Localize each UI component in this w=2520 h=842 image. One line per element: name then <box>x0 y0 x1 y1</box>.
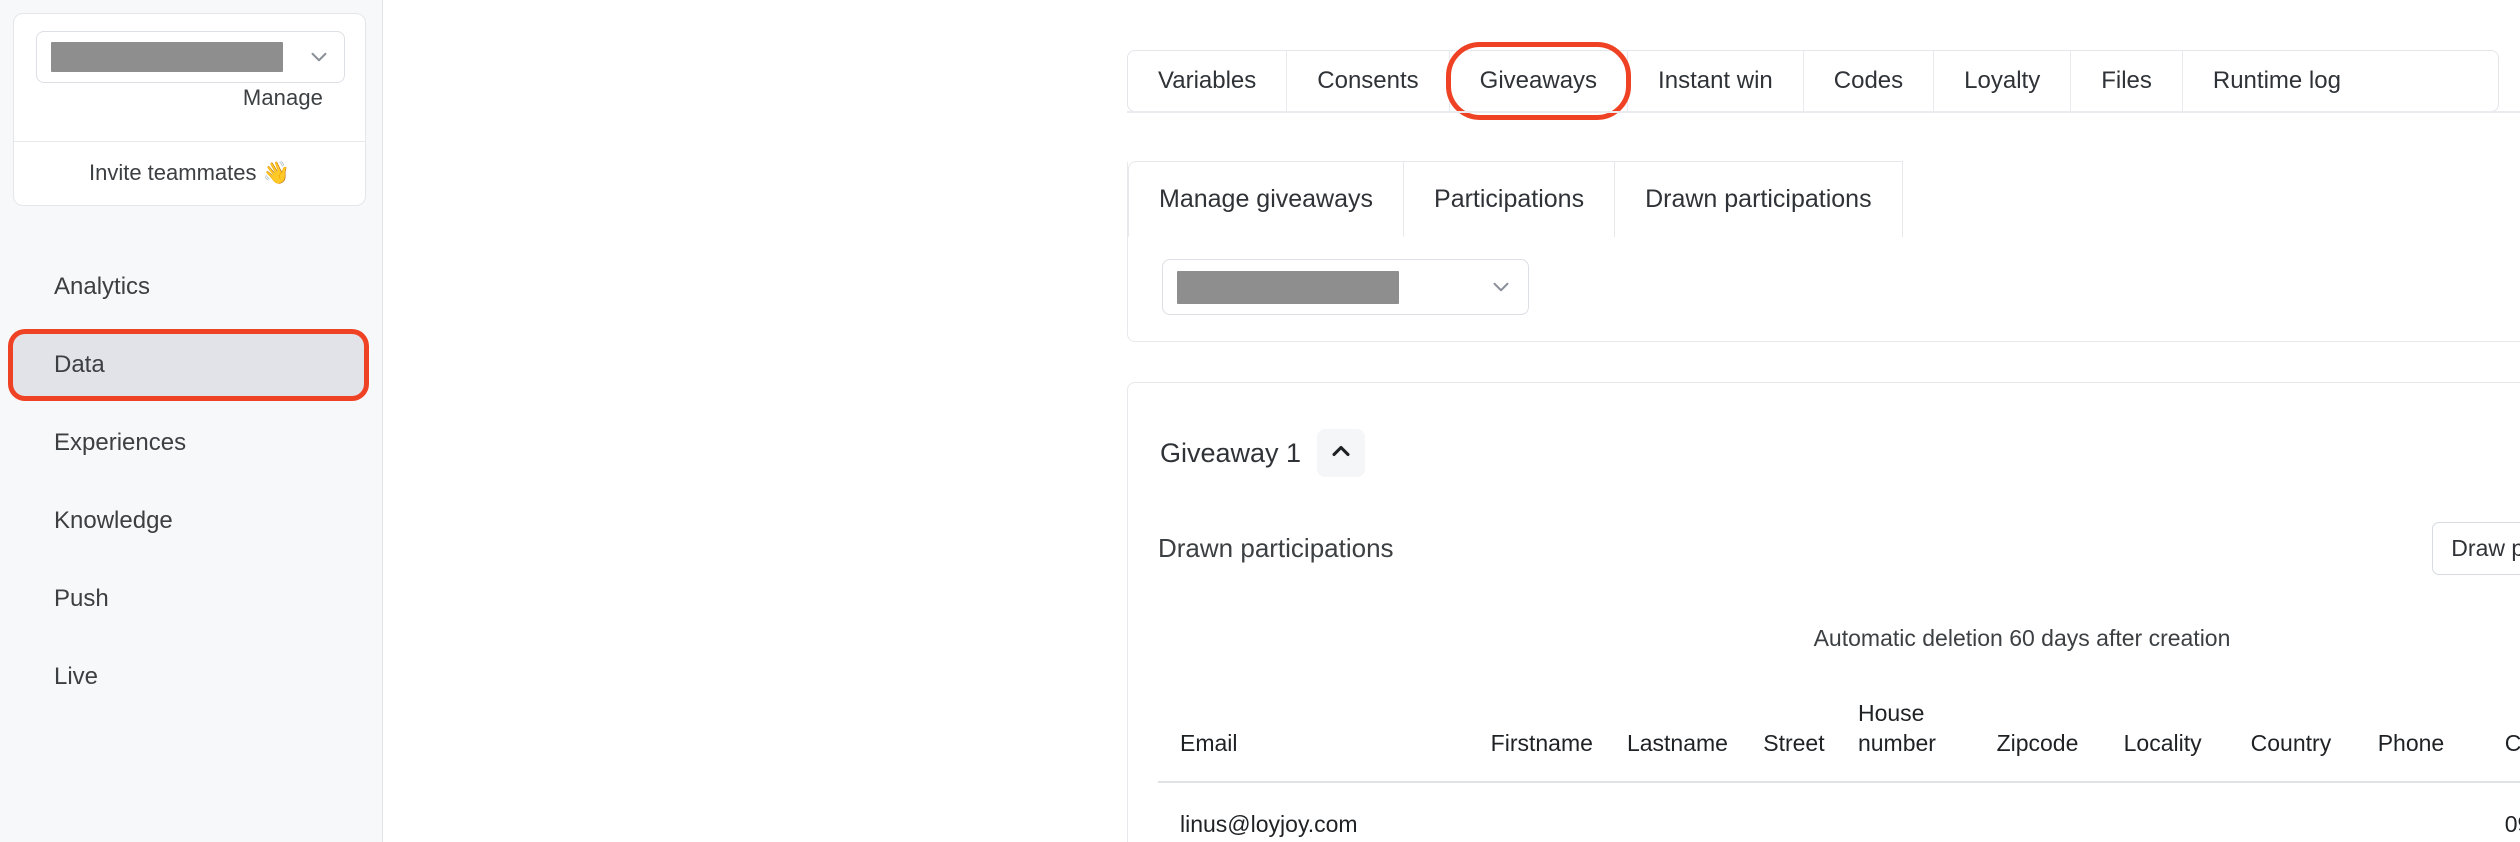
tab-giveaways[interactable]: Giveaways <box>1450 51 1628 111</box>
cell-created-at: 09/19/2024, 08:41 PM <box>2505 782 2520 842</box>
sidebar-item-experiences[interactable]: Experiences <box>13 412 364 474</box>
sidebar-item-data[interactable]: Data <box>13 334 364 396</box>
giveaway-select-wrapper <box>1162 259 1529 315</box>
secondary-tab-bar: Manage giveaways Participations Drawn pa… <box>1128 161 1903 237</box>
tab-bar-underline <box>1127 111 2520 113</box>
cell-country <box>2251 782 2378 842</box>
column-header-country[interactable]: Country <box>2251 684 2378 782</box>
sidebar-item-label: Live <box>54 663 98 691</box>
section-label: Drawn participations <box>1158 533 1394 564</box>
sidebar-item-live[interactable]: Live <box>13 646 364 708</box>
cell-locality <box>2124 782 2251 842</box>
cell-house-number <box>1858 782 1997 842</box>
tab-loyalty[interactable]: Loyalty <box>1934 51 2071 111</box>
subtab-label: Drawn participations <box>1645 185 1872 214</box>
chevron-up-icon <box>1327 437 1355 470</box>
chevron-down-icon <box>1488 274 1514 300</box>
auto-deletion-note: Automatic deletion 60 days after creatio… <box>1158 625 2520 652</box>
tab-label: Codes <box>1834 67 1903 95</box>
column-header-firstname[interactable]: Firstname <box>1491 684 1627 782</box>
cell-email: linus@loyjoy.com <box>1158 782 1447 842</box>
giveaway-panel: Giveaway 1 Drawn participations Draw par… <box>1127 382 2520 842</box>
giveaway-name-redacted <box>1177 271 1399 304</box>
column-spacer <box>1447 684 1491 782</box>
subtab-participations[interactable]: Participations <box>1404 161 1615 237</box>
sidebar-item-label: Knowledge <box>54 507 173 535</box>
tab-label: Variables <box>1158 67 1256 95</box>
app-root: Manage Invite teammates 👋 Analytics Data… <box>0 0 2520 842</box>
cell-zipcode <box>1997 782 2124 842</box>
invite-teammates-link[interactable]: Invite teammates 👋 <box>14 142 365 205</box>
tab-files[interactable]: Files <box>2071 51 2183 111</box>
sidebar-item-label: Experiences <box>54 429 186 457</box>
tab-label: Giveaways <box>1480 67 1597 95</box>
cell-street <box>1763 782 1858 842</box>
column-header-street[interactable]: Street <box>1763 684 1858 782</box>
sidebar-item-push[interactable]: Push <box>13 568 364 630</box>
sidebar-nav: Analytics Data Experiences Knowledge Pus… <box>0 256 382 708</box>
cell-lastname <box>1627 782 1763 842</box>
toolbar-actions: Draw participation CSV export ↻ <box>2432 522 2520 575</box>
tab-codes[interactable]: Codes <box>1804 51 1934 111</box>
tab-runtime-log[interactable]: Runtime log <box>2183 51 2371 111</box>
subtab-label: Manage giveaways <box>1159 185 1373 214</box>
tab-instant-win[interactable]: Instant win <box>1628 51 1804 111</box>
tab-label: Instant win <box>1658 67 1773 95</box>
sidebar-item-analytics[interactable]: Analytics <box>13 256 364 318</box>
column-header-created-at[interactable]: Created at <box>2505 684 2520 782</box>
sidebar: Manage Invite teammates 👋 Analytics Data… <box>0 0 383 842</box>
table-body: linus@loyjoy.com 09/19/2024, 08:41 PM 09… <box>1158 782 2520 842</box>
tab-consents[interactable]: Consents <box>1287 51 1449 111</box>
tab-label: Consents <box>1317 67 1418 95</box>
tab-label: Files <box>2101 67 2152 95</box>
collapse-toggle-button[interactable] <box>1317 429 1365 477</box>
table-row[interactable]: linus@loyjoy.com 09/19/2024, 08:41 PM 09… <box>1158 782 2520 842</box>
primary-tab-bar: Variables Consents Giveaways Instant win… <box>1127 50 2499 112</box>
giveaway-select[interactable] <box>1162 259 1529 315</box>
tab-variables[interactable]: Variables <box>1128 51 1287 111</box>
drawn-participations-toolbar: Drawn participations Draw participation … <box>1158 522 2520 575</box>
subtab-manage-giveaways[interactable]: Manage giveaways <box>1128 161 1404 237</box>
cell-firstname <box>1491 782 1627 842</box>
organization-select[interactable] <box>36 31 345 83</box>
sidebar-item-label: Analytics <box>54 273 150 301</box>
column-header-lastname[interactable]: Lastname <box>1627 684 1763 782</box>
cell-phone <box>2378 782 2505 842</box>
column-header-zipcode[interactable]: Zipcode <box>1997 684 2124 782</box>
table-header-row: Email Firstname Lastname Street House nu… <box>1158 684 2520 782</box>
manage-link[interactable]: Manage <box>36 83 345 127</box>
tab-label: Runtime log <box>2213 67 2341 95</box>
sidebar-item-label: Push <box>54 585 109 613</box>
subtab-label: Participations <box>1434 185 1584 214</box>
button-label: Draw participation <box>2451 535 2520 562</box>
chevron-down-icon <box>306 44 332 70</box>
sidebar-item-label: Data <box>54 351 105 379</box>
org-card-top: Manage <box>14 14 365 141</box>
column-header-locality[interactable]: Locality <box>2124 684 2251 782</box>
giveaways-subpanel: Manage giveaways Participations Drawn pa… <box>1127 162 2520 342</box>
column-header-email[interactable]: Email <box>1158 684 1447 782</box>
org-card: Manage Invite teammates 👋 <box>13 13 366 206</box>
subtab-drawn-participations[interactable]: Drawn participations <box>1615 161 1903 237</box>
drawn-participations-table: Email Firstname Lastname Street House nu… <box>1158 684 2520 842</box>
column-header-phone[interactable]: Phone <box>2378 684 2505 782</box>
cell-spacer <box>1447 782 1491 842</box>
giveaway-header: Giveaway 1 <box>1158 383 2520 477</box>
tab-label: Loyalty <box>1964 67 2040 95</box>
organization-name-redacted <box>51 42 283 72</box>
draw-participation-button[interactable]: Draw participation <box>2432 522 2520 575</box>
giveaway-title: Giveaway 1 <box>1160 438 1301 469</box>
column-header-house-number[interactable]: House number <box>1858 684 1997 782</box>
table-head: Email Firstname Lastname Street House nu… <box>1158 684 2520 782</box>
main-content: Variables Consents Giveaways Instant win… <box>383 0 2520 842</box>
sidebar-item-knowledge[interactable]: Knowledge <box>13 490 364 552</box>
